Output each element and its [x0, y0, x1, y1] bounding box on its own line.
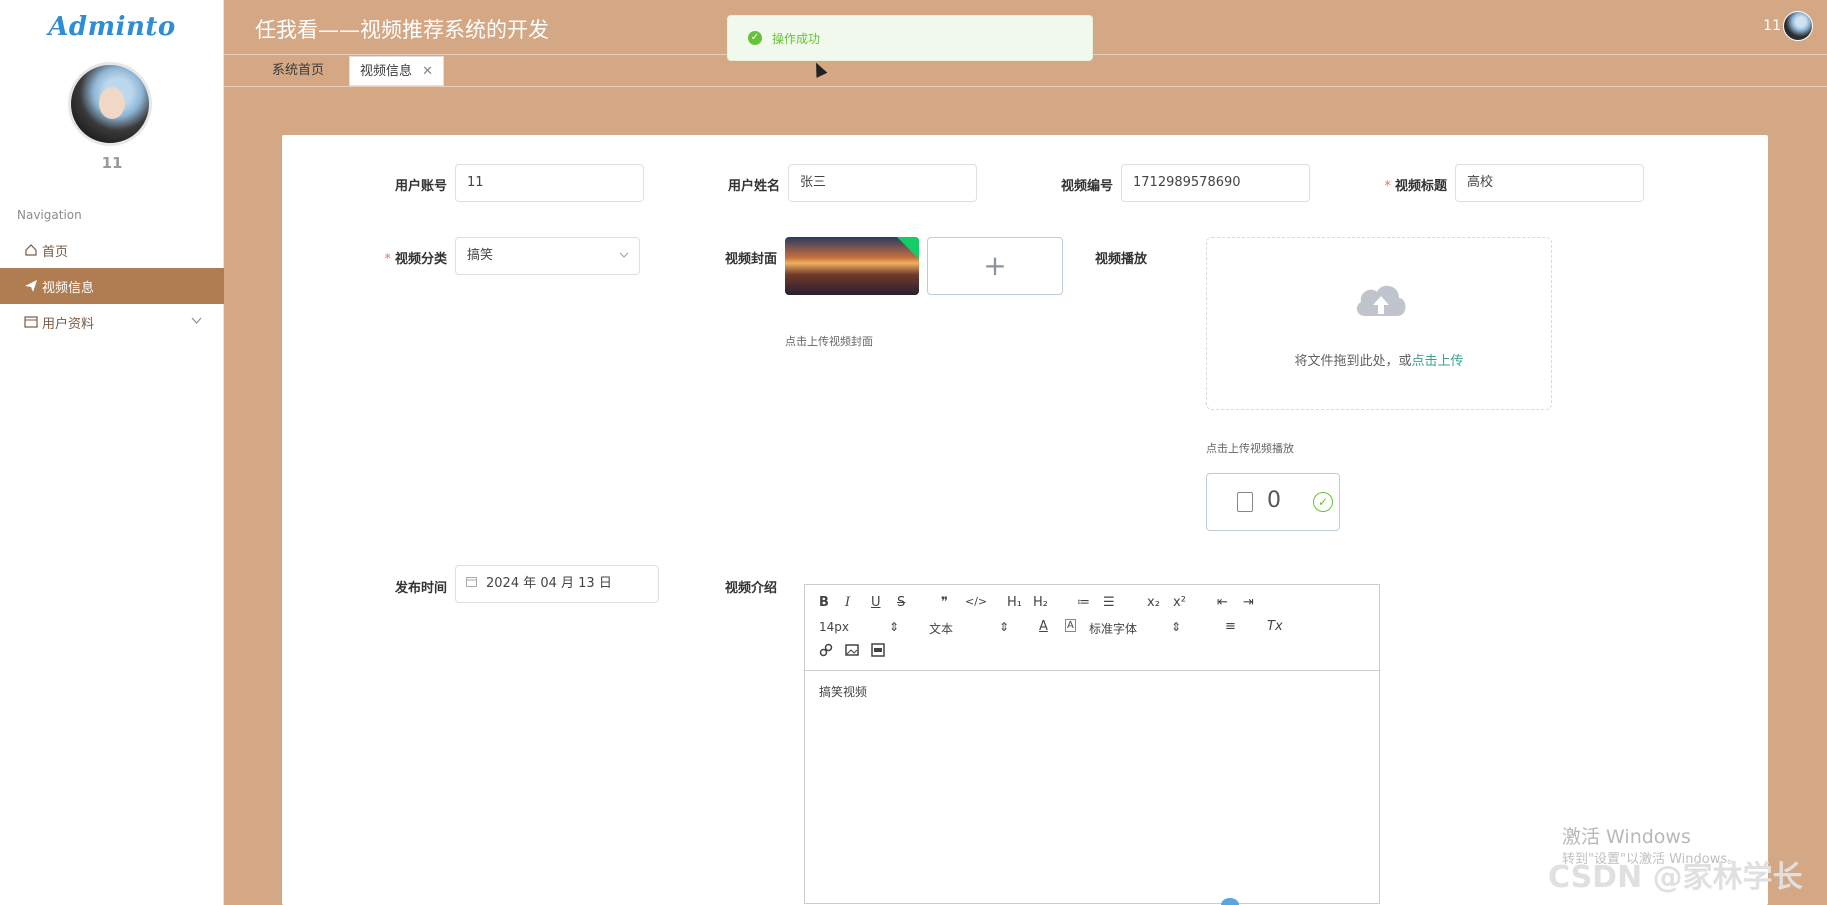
- sidebar-item-label: 首页: [42, 244, 69, 260]
- paper-plane-icon: [24, 279, 38, 293]
- profile-card-icon: [24, 315, 38, 329]
- sidebar-item-label: 用户资料: [42, 316, 95, 332]
- text-color-button[interactable]: A: [1039, 619, 1048, 634]
- play-label: 视频播放: [1094, 252, 1147, 267]
- chevron-updown-icon: ⇕: [888, 620, 899, 634]
- toast-message: 操作成功: [772, 31, 821, 46]
- superscript-button[interactable]: x²: [1173, 595, 1186, 610]
- video-title-label: * 视频标题: [1332, 175, 1447, 194]
- cloud-upload-icon: [1353, 280, 1409, 320]
- check-circle-icon: ✓: [748, 31, 762, 45]
- sidebar-username: 11: [101, 154, 123, 172]
- indent-button[interactable]: ⇥: [1243, 595, 1254, 610]
- subscript-button[interactable]: x₂: [1147, 595, 1160, 610]
- cover-hint: 点击上传视频封面: [785, 335, 873, 348]
- editor-content[interactable]: 搞笑视频: [819, 683, 867, 700]
- sidebar-item-home[interactable]: 首页: [0, 232, 224, 268]
- tab-system-home[interactable]: 系统首页: [262, 56, 335, 86]
- editor-toolbar: B I U S ❞ </> H₁ H₂ ≔ ☰ x₂ x² ⇤ ⇥ 14px ⇕ …: [805, 585, 1379, 671]
- tab-video-info[interactable]: 视频信息 ✕: [349, 56, 445, 86]
- video-title-label-text: 视频标题: [1394, 179, 1447, 194]
- required-mark: *: [384, 252, 391, 267]
- scroll-indicator[interactable]: [1221, 898, 1239, 905]
- font-size-value: 14px: [819, 620, 849, 634]
- account-input[interactable]: 11: [455, 164, 644, 202]
- uploaded-file-card[interactable]: 0 ✓: [1206, 473, 1340, 531]
- name-input[interactable]: 张三: [788, 164, 977, 202]
- brand-logo[interactable]: Adminto: [0, 12, 224, 42]
- intro-label: 视频介绍: [724, 581, 777, 596]
- category-label: * 视频分类: [342, 248, 447, 267]
- close-icon[interactable]: ✕: [422, 64, 433, 79]
- font-family-value: 标准字体: [1089, 622, 1138, 636]
- clean-format-button[interactable]: Tx: [1267, 619, 1283, 634]
- link-icon[interactable]: [819, 643, 833, 661]
- windows-activation-title: 激活 Windows: [1562, 826, 1691, 848]
- name-label: 用户姓名: [727, 179, 780, 194]
- header-avatar[interactable]: [1783, 11, 1813, 41]
- video-form-card: 用户账号 11 用户姓名 张三 视频编号 1712989578690 * 视频标题…: [282, 135, 1768, 905]
- video-icon[interactable]: [871, 643, 885, 661]
- cover-image-thumbnail[interactable]: [785, 237, 919, 295]
- header1-button[interactable]: H₁: [1007, 595, 1022, 610]
- page-title: 任我看——视频推荐系统的开发: [255, 18, 549, 42]
- header-select-value: 文本: [929, 622, 954, 636]
- home-icon: [24, 243, 38, 257]
- background-color-button[interactable]: A: [1065, 619, 1076, 632]
- outdent-button[interactable]: ⇤: [1217, 595, 1228, 610]
- check-circle-icon: ✓: [1313, 492, 1333, 512]
- chevron-down-icon: [619, 238, 629, 274]
- csdn-watermark: CSDN @家林学长: [1548, 860, 1803, 895]
- video-no-label: 视频编号: [1060, 179, 1113, 194]
- play-hint: 点击上传视频播放: [1206, 442, 1294, 455]
- image-icon[interactable]: [845, 643, 859, 661]
- category-selected-value: 搞笑: [467, 248, 494, 263]
- chevron-down-icon: [191, 315, 202, 328]
- account-label: 用户账号: [394, 179, 447, 194]
- header2-button[interactable]: H₂: [1033, 595, 1048, 610]
- category-select[interactable]: 搞笑: [455, 237, 640, 275]
- code-block-button[interactable]: </>: [965, 595, 987, 608]
- align-button[interactable]: ≡: [1225, 619, 1236, 634]
- video-upload-dragger[interactable]: 将文件拖到此处，或点击上传: [1206, 237, 1552, 410]
- video-no-input[interactable]: 1712989578690: [1121, 164, 1310, 202]
- blockquote-button[interactable]: ❞: [941, 595, 948, 610]
- sidebar-item-video-info[interactable]: 视频信息: [0, 268, 224, 304]
- file-count: 0: [1267, 488, 1281, 513]
- avatar[interactable]: [68, 62, 152, 146]
- nav-menu: 首页 视频信息 用户资料: [0, 232, 224, 340]
- drag-text: 将文件拖到此处，或点击上传: [1207, 350, 1551, 369]
- tab-label: 系统首页: [272, 63, 325, 78]
- publish-time-label: 发布时间: [394, 581, 447, 596]
- calendar-icon: [466, 566, 477, 602]
- success-toast: ✓ 操作成功: [727, 15, 1093, 61]
- font-size-select[interactable]: 14px ⇕: [819, 620, 899, 634]
- header-username[interactable]: 11: [1763, 18, 1781, 34]
- chevron-updown-icon: ⇕: [1170, 620, 1181, 634]
- document-icon: [1237, 492, 1253, 512]
- header-select[interactable]: 文本 ⇕: [929, 620, 1009, 637]
- sidebar: Adminto 11 Navigation 首页 视频信息 用户资料: [0, 0, 224, 905]
- upload-link[interactable]: 点击上传: [1412, 354, 1464, 369]
- required-mark: *: [1384, 179, 1391, 194]
- underline-button[interactable]: U: [871, 595, 881, 610]
- font-family-select[interactable]: 标准字体 ⇕: [1089, 620, 1181, 637]
- tab-label: 视频信息: [360, 64, 413, 79]
- italic-button[interactable]: I: [845, 595, 850, 610]
- chevron-updown-icon: ⇕: [998, 620, 1009, 634]
- video-title-input[interactable]: 高校: [1455, 164, 1644, 202]
- sidebar-item-user-profile[interactable]: 用户资料: [0, 304, 224, 340]
- category-label-text: 视频分类: [394, 252, 447, 267]
- bullet-list-button[interactable]: ☰: [1103, 595, 1115, 610]
- drag-instruction: 将文件拖到此处，或: [1294, 354, 1412, 369]
- cover-label: 视频封面: [724, 252, 777, 267]
- bold-button[interactable]: B: [819, 595, 829, 610]
- nav-section-title: Navigation: [17, 208, 82, 222]
- strike-button[interactable]: S: [897, 595, 905, 610]
- publish-date-picker[interactable]: 2024 年 04 月 13 日: [455, 565, 659, 603]
- ordered-list-button[interactable]: ≔: [1077, 595, 1090, 610]
- rich-text-editor: B I U S ❞ </> H₁ H₂ ≔ ☰ x₂ x² ⇤ ⇥ 14px ⇕ …: [804, 584, 1380, 904]
- publish-date-value: 2024 年 04 月 13 日: [486, 576, 612, 591]
- sidebar-item-label: 视频信息: [42, 280, 95, 296]
